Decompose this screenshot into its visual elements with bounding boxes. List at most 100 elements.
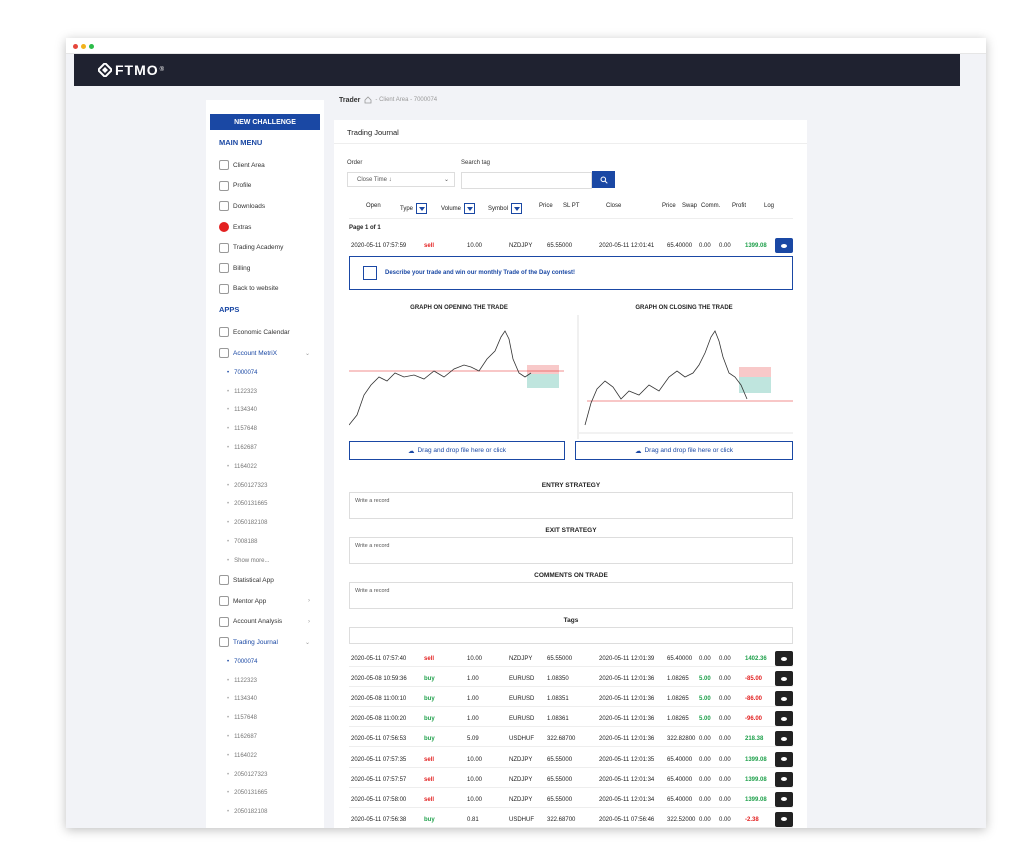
cell-volume: 10.00 (467, 796, 483, 803)
maximize-window-icon[interactable] (89, 44, 94, 49)
column-header[interactable]: Volume (441, 203, 476, 214)
view-log-button[interactable] (775, 711, 793, 727)
column-header: SL PT (563, 203, 580, 209)
account-item[interactable]: •7008188 (206, 533, 324, 552)
view-log-button[interactable] (775, 731, 793, 747)
cell-close: 2020-05-11 12:01:36 (599, 716, 655, 723)
sidebar-item-back-to-website[interactable]: Back to website (206, 279, 324, 300)
home-icon[interactable] (364, 96, 372, 104)
cell-profit: -2.38 (745, 816, 759, 823)
sidebar-item-trading-academy[interactable]: Trading Academy (206, 237, 324, 258)
cell-volume: 5.09 (467, 736, 479, 743)
cell-profit: 1402.36 (745, 656, 767, 662)
chevron-right-icon: › (308, 598, 310, 604)
filter-dropdown-icon[interactable] (464, 203, 476, 214)
account-item[interactable]: • 7000074 (206, 363, 324, 382)
app-item-account-analysis[interactable]: Account Analysis › (206, 611, 324, 632)
filter-dropdown-icon[interactable] (511, 203, 523, 214)
cell-type: sell (424, 776, 435, 783)
account-item[interactable]: • 2050182108 (206, 514, 324, 533)
eye-icon (781, 676, 787, 681)
account-item[interactable]: • 1134340 (206, 401, 324, 420)
entry-strategy-field[interactable]: Write a record (349, 492, 793, 519)
view-log-button[interactable] (775, 771, 793, 787)
account-item[interactable]: • 2050131665 (206, 495, 324, 514)
account-item[interactable]: • 1164022 (206, 746, 324, 765)
sidebar-item-client-area[interactable]: Client Area (206, 155, 324, 176)
app-item-account-metrix[interactable]: Account MetriX ⌄ (206, 343, 324, 364)
account-item[interactable]: • 1157648 (206, 709, 324, 728)
account-item[interactable]: • 1134340 (206, 690, 324, 709)
search-tag-input[interactable] (461, 172, 592, 189)
cell-close_price: 65.40000 (667, 656, 693, 662)
app-item-statistical-app[interactable]: Statistical App (206, 570, 324, 591)
comments-field[interactable]: Write a record (349, 582, 793, 609)
view-log-button[interactable] (775, 811, 793, 827)
minimize-window-icon[interactable] (81, 44, 86, 49)
sidebar-item-profile[interactable]: Profile (206, 176, 324, 197)
exit-strategy-field[interactable]: Write a record (349, 537, 793, 564)
app-item-mentor-app[interactable]: Mentor App › (206, 591, 324, 612)
cell-close_price: 322.52000 (667, 816, 696, 823)
column-header: Swap (682, 203, 698, 209)
account-item[interactable]: • 2050127323 (206, 765, 324, 784)
cell-type: buy (424, 696, 435, 703)
eye-icon (781, 757, 787, 761)
app-item-trading-journal[interactable]: Trading Journal ⌄ (206, 632, 324, 653)
cell-price: 322.68700 (547, 736, 576, 743)
new-challenge-button[interactable]: NEW CHALLENGE (210, 114, 320, 130)
search-tag-label: Search tag (461, 160, 491, 166)
view-log-button[interactable] (775, 671, 793, 687)
account-item[interactable]: • 1162687 (206, 728, 324, 747)
account-item[interactable]: • 1122323 (206, 382, 324, 401)
app-item-economic-calendar[interactable]: Economic Calendar (206, 322, 324, 343)
cell-profit: 1399.08 (745, 796, 767, 803)
sidebar-item-downloads[interactable]: Downloads (206, 196, 324, 217)
account-item[interactable]: • 1164022 (206, 457, 324, 476)
upload-close-graph[interactable]: ☁ Drag and drop file here or click (575, 441, 793, 460)
cell-profit: -85.00 (745, 676, 763, 683)
cell-symbol: USDHUF (509, 736, 534, 743)
view-log-button[interactable] (775, 651, 793, 666)
column-header[interactable]: Type (400, 203, 428, 214)
account-item[interactable]: • 2050131665 (206, 784, 324, 803)
trade-of-the-day-banner[interactable]: Describe your trade and win our monthly … (349, 256, 793, 290)
account-item[interactable]: • 1162687 (206, 439, 324, 458)
breadcrumb-root[interactable]: Trader (339, 97, 360, 104)
account-item[interactable]: • 1122323 (206, 671, 324, 690)
view-log-button[interactable] (775, 691, 793, 707)
search-button[interactable] (592, 171, 615, 188)
eye-icon (781, 243, 787, 248)
cell-comm: 0.00 (719, 716, 731, 723)
column-header[interactable]: Symbol (488, 203, 523, 214)
close-window-icon[interactable] (73, 44, 78, 49)
cell-volume: 1.00 (467, 696, 479, 703)
account-item[interactable]: • 7000074 (206, 652, 324, 671)
order-select[interactable]: Close Time ↓ ⌄ (347, 172, 455, 187)
account-item[interactable]: • 2050127323 (206, 476, 324, 495)
ftmo-logo[interactable]: FTMO ® (98, 62, 165, 78)
home-icon (219, 160, 229, 171)
account-item[interactable]: •7008188 (206, 822, 324, 828)
filter-dropdown-icon[interactable] (416, 203, 428, 214)
window-chrome (66, 38, 986, 54)
upload-open-graph[interactable]: ☁ Drag and drop file here or click (349, 441, 565, 460)
app-icon (219, 596, 229, 606)
view-log-button[interactable] (775, 751, 793, 767)
tags-field[interactable] (349, 627, 793, 644)
view-log-button[interactable] (775, 238, 793, 253)
account-item[interactable]: • 2050182108 (206, 803, 324, 822)
cell-close: 2020-05-11 12:01:34 (599, 776, 655, 783)
sidebar-item-billing[interactable]: Billing (206, 258, 324, 279)
cell-swap: 0.00 (699, 816, 711, 823)
cell-symbol: EURUSD (509, 696, 535, 703)
cell-volume: 0.81 (467, 816, 479, 823)
sidebar-item-extras[interactable]: Extras (206, 217, 324, 238)
cell-close: 2020-05-11 12:01:36 (599, 696, 655, 703)
account-item[interactable]: • Show more... (206, 551, 324, 570)
view-log-button[interactable] (775, 791, 793, 807)
eye-icon (781, 656, 787, 661)
cell-profit: 1399.08 (745, 756, 767, 763)
chevron-down-icon: ⌄ (304, 639, 310, 646)
account-item[interactable]: • 1157648 (206, 420, 324, 439)
